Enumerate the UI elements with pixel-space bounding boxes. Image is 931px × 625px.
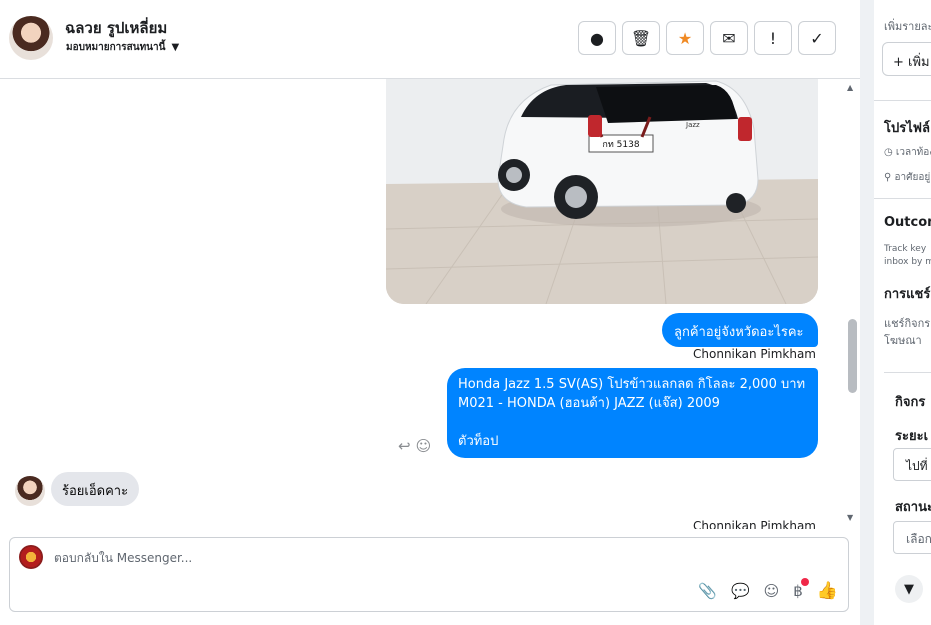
exclamation-icon: ! [769, 28, 777, 48]
contact-avatar-small [15, 476, 45, 506]
divider [874, 198, 931, 199]
notification-dot [800, 578, 809, 586]
assign-conversation-dropdown[interactable]: มอบหมายการสนทนานี้ ▼ [66, 40, 179, 55]
message-text: ร้อยเอ็ดคาะ [62, 484, 129, 499]
car-badge: Jazz [685, 121, 700, 129]
share-title: การแชร์ [884, 287, 931, 302]
follow-up-button[interactable]: ★ [666, 21, 704, 55]
spam-button[interactable]: ● [578, 21, 616, 55]
message-bubble-outgoing[interactable]: ลูกค้าอยู่จังหวัดอะไรคะ [662, 313, 818, 347]
check-icon: ✓ [810, 28, 824, 48]
outcomes-description: Track key [884, 244, 927, 254]
reply-input[interactable] [54, 551, 754, 565]
star-icon: ★ [677, 28, 693, 48]
message-line: M021 - HONDA (ฮอนด้า) JAZZ (แจ๊ส) 2009 [458, 396, 720, 411]
paperclip-icon[interactable]: 📎 [698, 582, 717, 600]
conversation-panel: ฉลวย รูปเหลี่ยม มอบหมายการสนทนานี้ ▼ ● 🗑… [0, 0, 860, 625]
conversation-header: ฉลวย รูปเหลี่ยม มอบหมายการสนทนานี้ ▼ ● 🗑… [0, 0, 860, 79]
trash-icon: 🗑 [630, 28, 652, 48]
share-description: แชร์กิจกร [884, 317, 931, 330]
mark-important-button[interactable]: ! [754, 21, 792, 55]
thumbs-up-icon[interactable]: 👍 [817, 581, 838, 601]
divider [884, 372, 931, 373]
car-photo: กท 5138 Jazz [386, 79, 818, 304]
location-pin-icon: ⚲ [884, 172, 895, 183]
license-plate: กท 5138 [602, 140, 639, 150]
emoji-icon[interactable]: ☺ [764, 582, 780, 600]
conversation-toolbar: ● 🗑 ★ ✉ ! ✓ [578, 21, 836, 55]
filter-button[interactable]: ▼ [895, 575, 923, 603]
message-bubble-outgoing[interactable]: Honda Jazz 1.5 SV(AS) โปรข้าวแลกลด กิโลล… [447, 368, 818, 458]
outcomes-title: Outcomes [884, 215, 931, 230]
emoji-reaction-icon[interactable]: ☺ [416, 437, 432, 455]
scrollbar-thumb[interactable] [848, 319, 857, 393]
divider [874, 100, 931, 101]
message-thread: กท 5138 Jazz ลูกค้าอยู่จังหวัดอะไรคะ Cho… [0, 79, 845, 529]
add-detail-button[interactable]: + เพิ่ม [882, 42, 931, 76]
delete-button[interactable]: 🗑 [622, 21, 660, 55]
reply-icon[interactable]: ↩ [398, 437, 411, 455]
details-sidebar: เพิ่มรายละเอียด + เพิ่ม โปรไฟล์ ◷ เวลาท้… [874, 0, 931, 625]
profile-title: โปรไฟล์ [884, 121, 930, 136]
filter-icon: ▼ [904, 581, 914, 597]
share-description: โฆษณา [884, 334, 922, 347]
message-bubble-incoming[interactable]: ร้อยเอ็ดคาะ [51, 472, 140, 506]
car-photo-attachment[interactable]: กท 5138 Jazz [386, 79, 818, 304]
thread-scrollbar[interactable] [845, 79, 860, 529]
mark-unread-button[interactable]: ✉ [710, 21, 748, 55]
contact-avatar[interactable] [9, 16, 53, 60]
message-line: Honda Jazz 1.5 SV(AS) โปรข้าวแลกลด กิโลล… [458, 377, 806, 392]
message-sender: Chonnikan Pimkham [693, 519, 816, 529]
clock-icon: ◷ [884, 147, 896, 158]
message-line: ตัวท็อป [458, 434, 499, 449]
message-actions: ↩ ☺ [398, 437, 431, 455]
status-label: สถานะ [895, 500, 931, 515]
local-time-row: ◷ เวลาท้องถิ่น [884, 147, 931, 158]
alert-circle-icon: ● [590, 28, 604, 48]
saved-replies-icon[interactable]: 💬 [731, 582, 750, 600]
address-row: ⚲ อาศัยอยู่ [884, 172, 931, 183]
add-detail-label: เพิ่มรายละเอียด [884, 20, 931, 33]
payment-icon[interactable]: ฿ [793, 578, 809, 600]
period-select[interactable]: ไปที่ [893, 448, 931, 481]
scroll-down-arrow-icon[interactable]: ▼ [847, 513, 853, 522]
outcomes-description: inbox by m [884, 257, 931, 267]
period-label: ระยะเ [895, 429, 929, 444]
status-select[interactable]: เลือก [893, 521, 931, 554]
message-sender: Chonnikan Pimkham [693, 347, 816, 361]
mark-done-button[interactable]: ✓ [798, 21, 836, 55]
caret-down-icon: ▼ [171, 42, 180, 53]
page-avatar [19, 545, 43, 569]
message-text: ลูกค้าอยู่จังหวัดอะไรคะ [674, 325, 804, 340]
message-composer: 📎 💬 ☺ ฿ 👍 [9, 537, 849, 612]
contact-name[interactable]: ฉลวย รูปเหลี่ยม [65, 16, 167, 40]
envelope-icon: ✉ [722, 28, 736, 48]
composer-tools: 📎 💬 ☺ ฿ 👍 [698, 578, 838, 601]
activity-title: กิจกร [895, 395, 926, 410]
assign-label: มอบหมายการสนทนานี้ [66, 42, 166, 53]
scroll-up-arrow-icon[interactable]: ▲ [847, 83, 853, 92]
